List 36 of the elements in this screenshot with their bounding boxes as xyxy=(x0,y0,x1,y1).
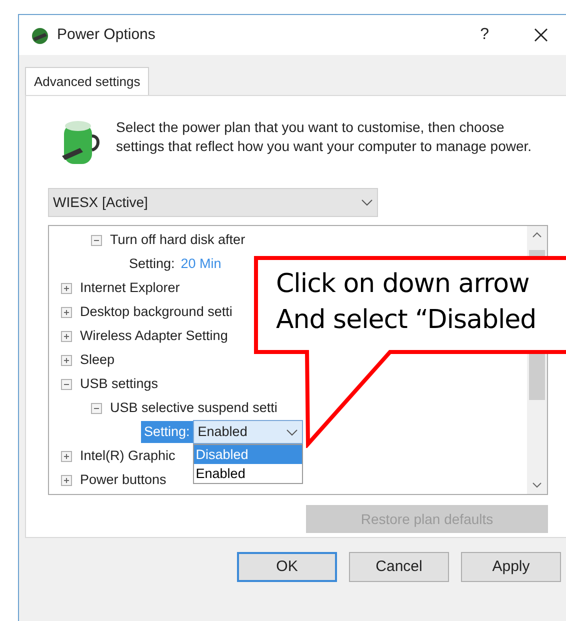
tree-item[interactable]: Wireless Adapter Setting xyxy=(80,326,228,346)
dialog-button[interactable]: OK xyxy=(237,552,337,582)
expand-icon[interactable] xyxy=(61,354,72,366)
expand-icon[interactable] xyxy=(61,306,72,318)
chevron-down-icon[interactable] xyxy=(532,482,542,488)
plan-dropdown[interactable]: WIESX [Active] xyxy=(48,188,378,217)
setting-label: Setting: xyxy=(141,421,193,443)
chevron-down-icon xyxy=(361,199,373,206)
help-button[interactable]: ? xyxy=(480,23,489,47)
collapse-icon[interactable] xyxy=(91,234,102,246)
setting-label: Setting: xyxy=(129,254,175,273)
tree-item[interactable]: Internet Explorer xyxy=(80,278,180,298)
window-title: Power Options xyxy=(57,24,156,45)
collapse-icon[interactable] xyxy=(61,378,72,390)
tree-item[interactable]: Turn off hard disk after xyxy=(110,230,246,250)
setting-dropdown[interactable]: Enabled xyxy=(192,420,303,444)
tree-item[interactable]: USB settings xyxy=(80,374,158,394)
callout-text: Click on down arrow xyxy=(276,268,530,301)
dialog-button[interactable]: Apply xyxy=(461,552,561,582)
expand-icon[interactable] xyxy=(61,282,72,294)
tab[interactable]: Advanced settings xyxy=(25,67,150,95)
tree-item[interactable]: Intel(R) Graphic xyxy=(80,446,176,466)
expand-icon[interactable] xyxy=(61,450,72,462)
expand-icon[interactable] xyxy=(61,330,72,342)
dialog-button[interactable]: Cancel xyxy=(349,552,449,582)
callout-text: And select “Disabled xyxy=(276,304,536,337)
chevron-up-icon[interactable] xyxy=(532,232,542,238)
tree-item[interactable]: Sleep xyxy=(80,350,115,370)
expand-icon[interactable] xyxy=(61,474,72,486)
close-icon[interactable] xyxy=(533,27,549,43)
collapse-icon[interactable] xyxy=(91,402,102,414)
tree-item[interactable]: Desktop background setti xyxy=(80,302,232,322)
description-text: Select the power plan that you want to customise, then choose settings that reflect how you want your computer to manage power. xyxy=(116,118,533,156)
tree-item[interactable]: Power buttons xyxy=(80,470,166,490)
chevron-down-icon xyxy=(286,428,298,436)
tree-item[interactable]: USB selective suspend setti xyxy=(110,398,278,418)
